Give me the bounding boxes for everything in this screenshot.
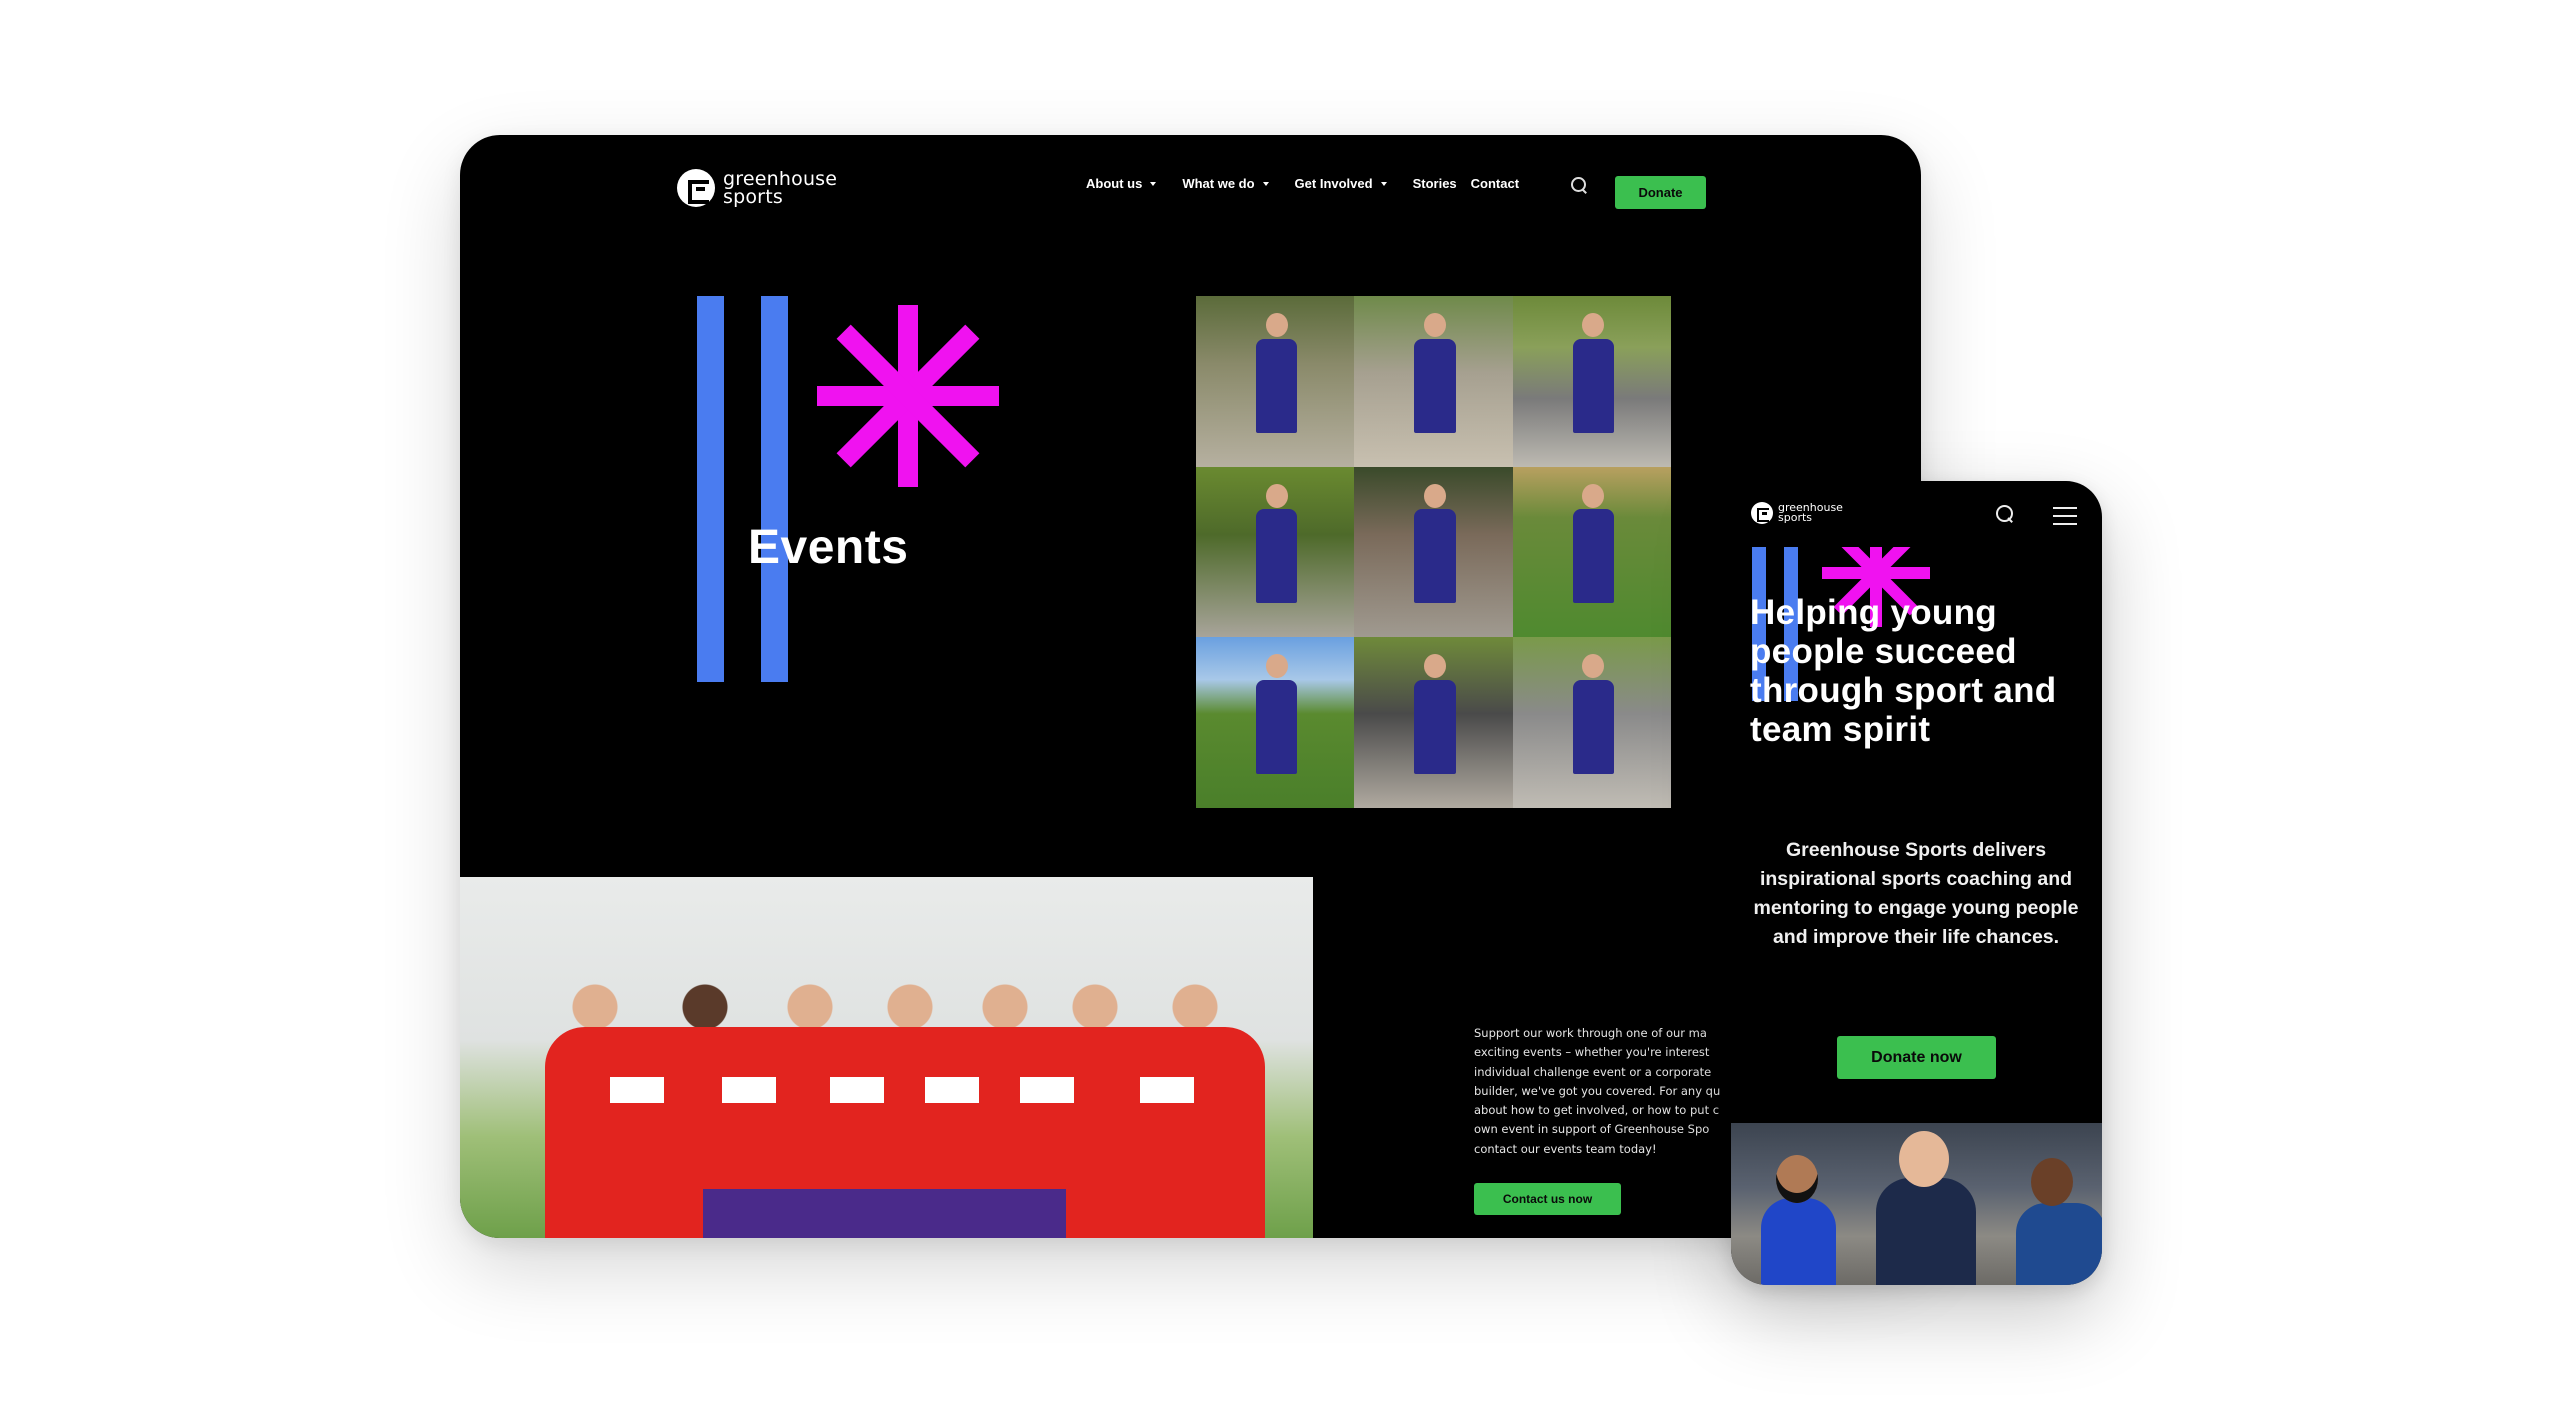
nav-label: Get Involved: [1294, 176, 1373, 191]
search-icon[interactable]: [1571, 177, 1587, 193]
runner-photo: [1196, 296, 1355, 467]
person: [2031, 1158, 2073, 1206]
nav-label: About us: [1086, 176, 1143, 191]
person: [1761, 1198, 1836, 1285]
sponsor-logo: [610, 1077, 664, 1103]
contact-us-button[interactable]: Contact us now: [1474, 1183, 1621, 1215]
sponsor-logo: [1140, 1077, 1194, 1103]
search-icon[interactable]: [1996, 505, 2013, 522]
greenhouse-g-logo-icon: [677, 169, 715, 207]
mobile-mockup: greenhouse sports Helping young people s…: [1731, 481, 2102, 1285]
greenhouse-g-logo-icon: [1751, 502, 1773, 524]
sponsor-logo: [722, 1077, 776, 1103]
intro-text: Greenhouse Sports delivers inspirational…: [1753, 839, 2079, 948]
site-logo[interactable]: greenhouse sports: [677, 169, 837, 207]
hero-title: Helping young people succeed through spo…: [1750, 593, 2057, 749]
team-photo: [460, 877, 1313, 1238]
runner-photo: [1196, 466, 1355, 638]
runner-photo: [1512, 296, 1671, 467]
nav-label: Stories: [1412, 176, 1457, 191]
blue-bar-decoration: [697, 296, 724, 682]
donate-now-button[interactable]: Donate now: [1837, 1036, 1996, 1079]
nav-label: Contact: [1470, 176, 1520, 191]
nav-label: What we do: [1182, 176, 1255, 191]
donate-button[interactable]: Donate: [1615, 176, 1706, 209]
logo-line-2: sports: [1778, 511, 1813, 524]
nav-get-involved[interactable]: Get Involved: [1295, 176, 1387, 191]
nav-what-we-do[interactable]: What we do: [1182, 176, 1269, 191]
events-description: Support our work through one of our ma e…: [1474, 1026, 1721, 1156]
logo-wordmark: greenhouse sports: [1778, 502, 1843, 524]
runner-photo: [1512, 466, 1671, 638]
main-nav: About us What we do Get Involved Stories…: [1086, 176, 1545, 191]
page-title: Events: [748, 521, 909, 574]
person: [2016, 1203, 2102, 1285]
hamburger-menu-icon[interactable]: [2053, 507, 2077, 525]
desktop-mockup: greenhouse sports About us What we do Ge…: [460, 135, 1921, 1238]
runner-photo: [1196, 637, 1355, 808]
runner-photo: [1354, 637, 1513, 808]
magenta-asterisk-icon: [817, 305, 999, 487]
nav-contact[interactable]: Contact: [1471, 176, 1519, 191]
runner-photo: [1512, 637, 1671, 808]
coach-photo: [1731, 1123, 2102, 1285]
nav-stories[interactable]: Stories: [1413, 176, 1457, 191]
caret-down-icon: [1150, 181, 1157, 186]
site-logo[interactable]: greenhouse sports: [1751, 502, 1843, 524]
sponsor-logo: [1020, 1077, 1074, 1103]
logo-line-2: sports: [723, 186, 783, 208]
runner-photo: [1354, 466, 1513, 638]
sponsor-logo: [925, 1077, 979, 1103]
caret-down-icon: [1262, 181, 1269, 186]
runner-photo: [1354, 296, 1513, 467]
logo-wordmark: greenhouse sports: [723, 170, 837, 208]
greenhouse-banner: [703, 1189, 1066, 1238]
blue-bar-decoration: [761, 296, 788, 682]
runners-photo-grid: [1196, 296, 1671, 808]
person: [1876, 1178, 1976, 1285]
caret-down-icon: [1380, 181, 1387, 186]
person: [1899, 1131, 1949, 1187]
person: [1776, 1155, 1818, 1203]
sponsor-logo: [830, 1077, 884, 1103]
nav-about-us[interactable]: About us: [1086, 176, 1157, 191]
